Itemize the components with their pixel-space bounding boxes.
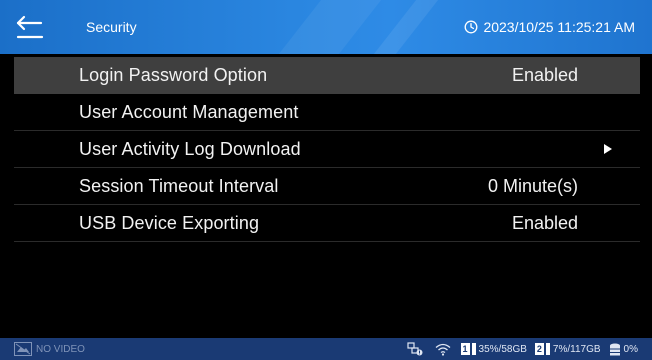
disk-2-index: 2: [534, 343, 544, 355]
disk-1-status: 1 35%/58GB: [460, 343, 527, 355]
status-indicators: 1 35%/58GB 2 7%/117GB 0%: [399, 338, 638, 360]
disk-icon: [471, 343, 476, 355]
header-decoration: [373, 0, 439, 54]
datetime-display: 2023/10/25 11:25:21 AM: [464, 19, 635, 35]
back-button[interactable]: [8, 8, 52, 46]
video-monitor-icon: [14, 342, 32, 356]
database-icon: [609, 343, 620, 355]
storage-usage: 0%: [623, 343, 638, 355]
network-icon: [406, 342, 423, 356]
disk-1-usage: 35%/58GB: [478, 343, 527, 355]
menu-item-label: Session Timeout Interval: [79, 175, 279, 196]
menu-item-label: Login Password Option: [79, 64, 268, 85]
security-menu: Login Password Option Enabled User Accou…: [14, 57, 640, 242]
menu-item-label: User Activity Log Download: [79, 138, 301, 159]
back-arrow-icon: [16, 15, 44, 39]
menu-item-label: USB Device Exporting: [79, 212, 260, 233]
disk-2-status: 2 7%/117GB: [534, 343, 601, 355]
header-decoration: [278, 0, 382, 54]
submenu-arrow-icon: [604, 144, 612, 154]
status-bar: NO VIDEO 1 35%/58GB 2 7%/117GB 0%: [0, 338, 652, 360]
title-bar: Security 2023/10/25 11:25:21 AM: [0, 0, 652, 54]
disk-icon: [545, 343, 550, 355]
menu-item-session-timeout-interval[interactable]: Session Timeout Interval 0 Minute(s): [14, 168, 640, 205]
disk-1-index: 1: [460, 343, 470, 355]
menu-item-value: Enabled: [511, 64, 578, 85]
storage-status: 0%: [609, 343, 638, 356]
menu-item-usb-device-exporting[interactable]: USB Device Exporting Enabled: [14, 205, 640, 242]
page-title: Security: [86, 19, 137, 35]
menu-item-value: 0 Minute(s): [487, 175, 578, 196]
wifi-icon: [435, 343, 451, 356]
video-status: NO VIDEO: [36, 344, 85, 355]
clock-icon: [464, 20, 478, 34]
menu-item-label: User Account Management: [79, 101, 299, 122]
menu-item-login-password-option[interactable]: Login Password Option Enabled: [14, 57, 640, 94]
disk-2-usage: 7%/117GB: [552, 343, 601, 355]
menu-item-value: Enabled: [511, 212, 578, 233]
menu-item-user-activity-log-download[interactable]: User Activity Log Download: [14, 131, 640, 168]
datetime-text: 2023/10/25 11:25:21 AM: [483, 19, 635, 35]
menu-item-user-account-management[interactable]: User Account Management: [14, 94, 640, 131]
